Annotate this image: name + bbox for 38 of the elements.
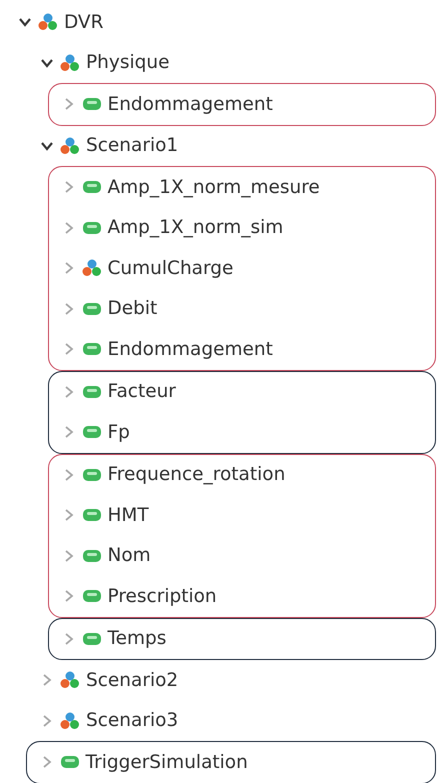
molecule-icon (60, 671, 80, 690)
pill-icon (82, 548, 102, 563)
tree-item-label[interactable]: Debit (108, 298, 158, 320)
pill-icon (82, 342, 102, 356)
tree-item-label[interactable]: HMT (108, 504, 149, 526)
pill-icon (82, 632, 102, 646)
tree-item-label[interactable]: Endommagement (108, 338, 273, 360)
pill-icon (82, 468, 102, 482)
pill-icon (60, 755, 80, 770)
tree-item-label[interactable]: Amp_1X_norm_mesure (108, 176, 320, 198)
tree-item-label[interactable]: Amp_1X_norm_sim (108, 217, 284, 238)
pill-icon (82, 220, 102, 235)
tree-item-label[interactable]: Scenario1 (86, 135, 178, 156)
pill-icon (82, 97, 102, 112)
molecule-icon (60, 136, 80, 155)
tree-item-label[interactable]: Frequence_rotation (108, 464, 286, 486)
molecule-icon (60, 54, 80, 72)
tree-item-label[interactable]: Fp (108, 422, 130, 443)
molecule-icon (60, 712, 80, 730)
molecule-icon (38, 13, 58, 32)
tree-item-label[interactable]: Scenario2 (86, 670, 178, 691)
tree-item-label[interactable]: CumulCharge (108, 258, 234, 279)
tree-item-label[interactable]: Facteur (108, 381, 176, 402)
pill-icon (82, 302, 102, 316)
tree-item-label[interactable]: Prescription (108, 586, 217, 607)
tree-item-label[interactable]: Physique (86, 52, 170, 74)
molecule-icon (82, 259, 102, 278)
pill-icon (82, 425, 102, 440)
pill-icon (82, 508, 102, 522)
pill-icon (82, 180, 102, 194)
pill-icon (82, 589, 102, 604)
tree-item-label[interactable]: TriggerSimulation (86, 752, 248, 773)
tree-item-label[interactable]: Endommagement (108, 94, 273, 115)
tree-item-label[interactable]: Scenario3 (86, 710, 178, 732)
tree-item-label[interactable]: Temps (108, 628, 166, 650)
pill-icon (82, 384, 102, 399)
tree-item-label[interactable]: DVR (64, 12, 104, 33)
tree-item-label[interactable]: Nom (108, 545, 151, 566)
